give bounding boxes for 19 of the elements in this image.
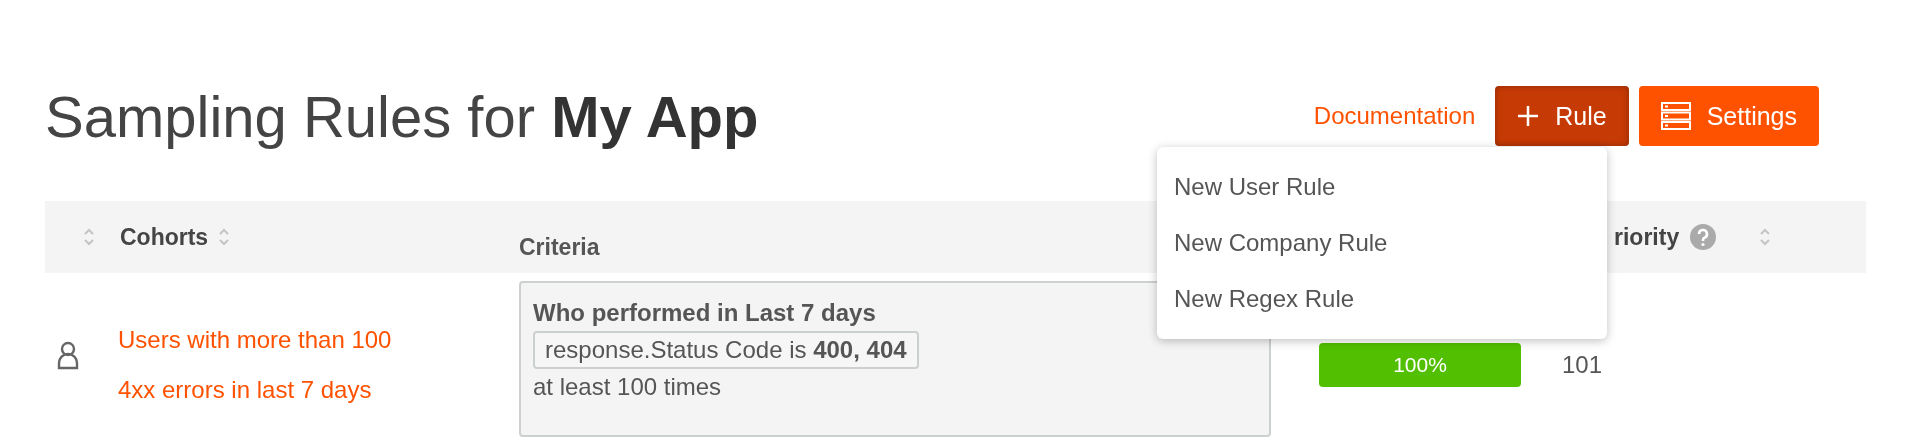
sort-icon[interactable] (218, 227, 231, 247)
column-header[interactable]: riority (1614, 223, 1680, 251)
help-icon[interactable] (1689, 223, 1718, 251)
plus-icon (1517, 105, 1540, 127)
menu-item[interactable]: New Company Rule (1157, 215, 1607, 271)
column-header[interactable]: Cohorts (120, 223, 209, 251)
condition-tag: response.Status Code is 400, 404 (533, 331, 919, 369)
list-icon (1660, 102, 1691, 130)
criteria-frequency: at least 100 times (533, 373, 723, 401)
sample-rate-label: 100% (1392, 352, 1448, 378)
menu-item[interactable]: New User Rule (1157, 159, 1607, 215)
column-header: Criteria (519, 234, 600, 261)
priority-value: 101 (1562, 351, 1603, 379)
add-rule-button[interactable]: Rule (1495, 86, 1629, 146)
user-icon (57, 340, 79, 370)
sort-icon[interactable] (83, 227, 95, 247)
page-title: Sampling Rules for My App (45, 82, 760, 150)
sort-icon[interactable] (1759, 227, 1772, 247)
menu-item[interactable]: New Regex Rule (1157, 271, 1607, 327)
